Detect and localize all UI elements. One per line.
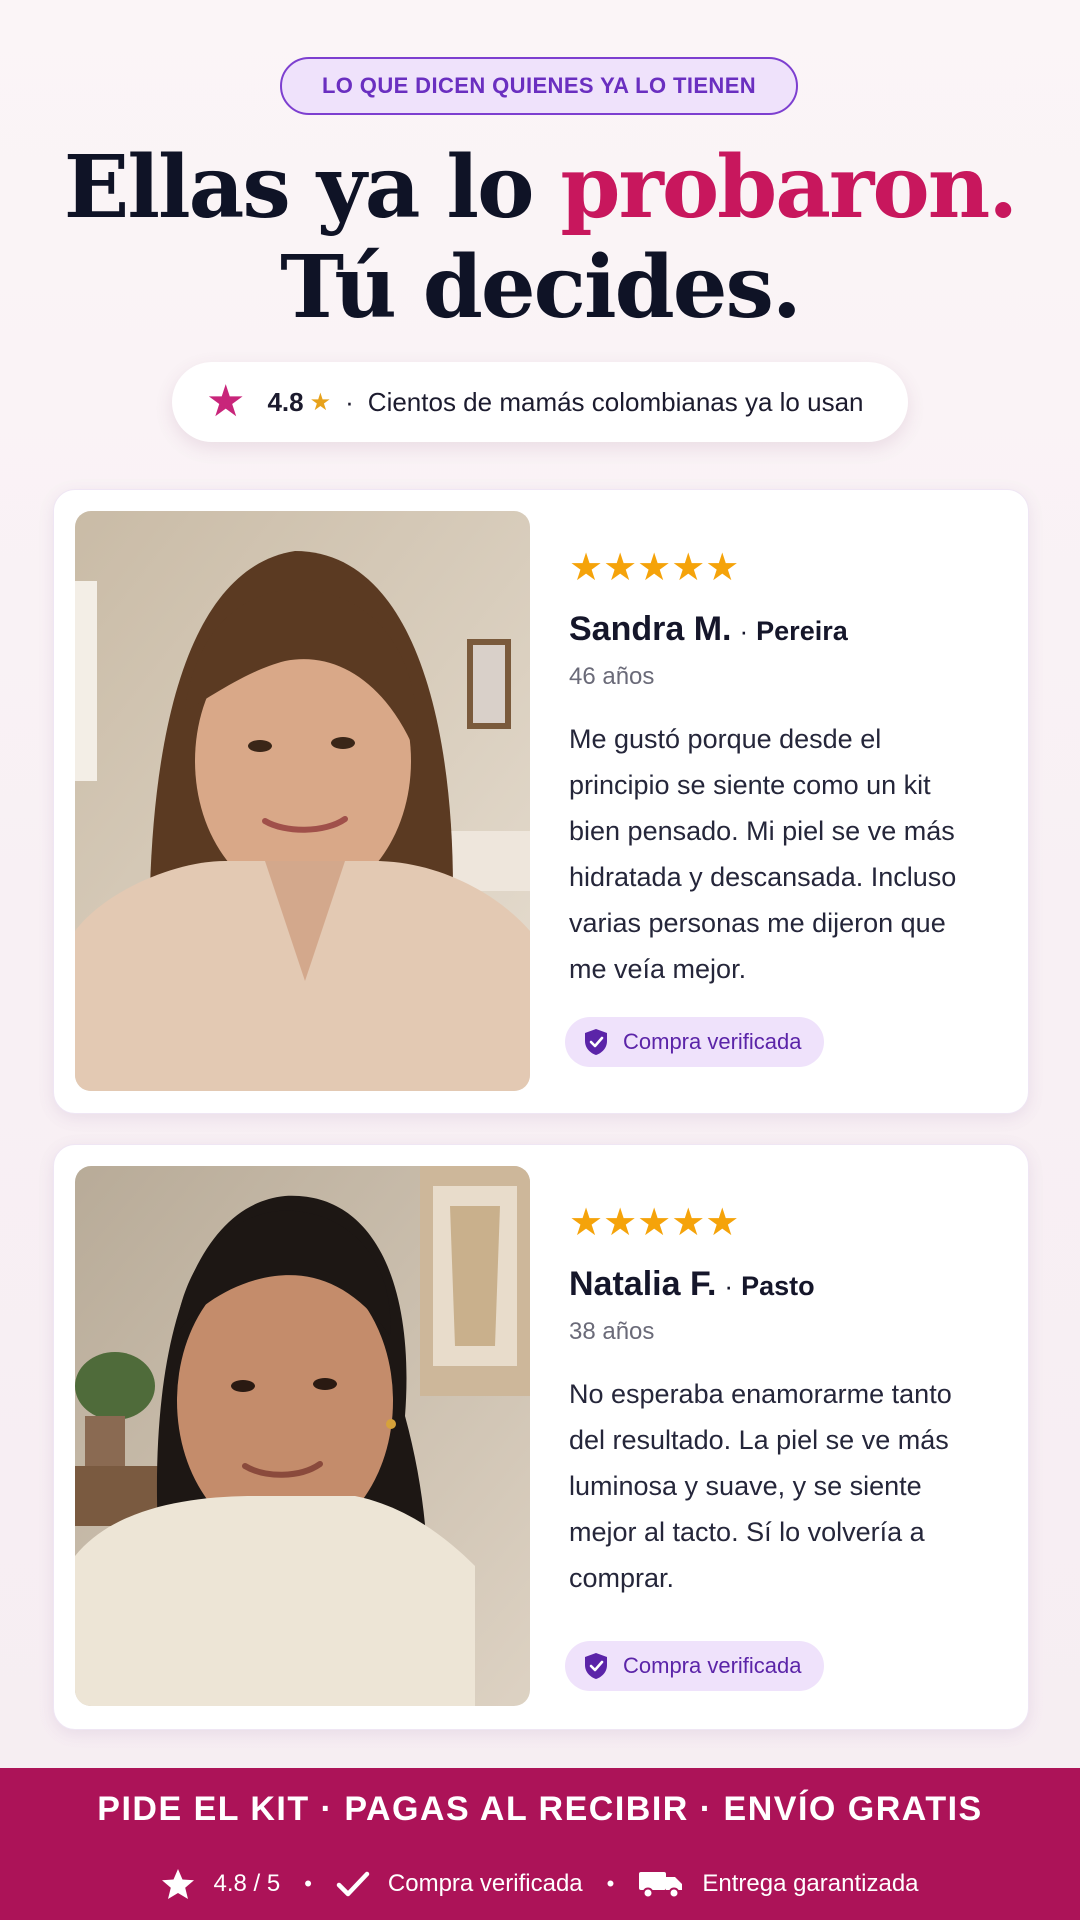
headline-line2: Tú decides.: [280, 237, 802, 338]
reviewer-photo: [75, 1166, 530, 1706]
headline-part1: Ellas ya lo: [63, 137, 561, 238]
separator-dot: •: [606, 1871, 615, 1896]
star-icon: ★: [206, 377, 246, 426]
footer-verified: Compra verificada: [387, 1870, 583, 1897]
verified-purchase-badge: Compra verificada: [336, 1869, 583, 1899]
shield-check-icon: [585, 1029, 607, 1055]
page-title: Ellas ya lo probaron. Tú decides.: [0, 138, 1080, 338]
verified-label: Compra verificada: [623, 1029, 802, 1054]
rating-summary: ★ 4.8 ★ · Cientos de mamás colombianas y…: [172, 362, 908, 442]
footer-delivery: Entrega garantizada: [702, 1870, 919, 1897]
reviewer-name: Natalia F.: [569, 1265, 717, 1303]
rating-stars: ★★★★★: [569, 1200, 740, 1244]
small-star-icon: ★: [309, 388, 332, 416]
verified-badge: Compra verificada: [565, 1641, 824, 1691]
reviewer-name: Sandra M.: [569, 610, 732, 648]
truck-icon: [639, 1872, 683, 1899]
verified-label: Compra verificada: [623, 1653, 802, 1678]
review-card: ★★★★★ Natalia F. · Pasto 38 años No espera…: [53, 1144, 1029, 1730]
footer-cta-bar[interactable]: PIDE EL KIT · PAGAS AL RECIBIR · ENVÍO G…: [0, 1768, 1080, 1920]
cta-text[interactable]: PIDE EL KIT · PAGAS AL RECIBIR · ENVÍO G…: [0, 1790, 1080, 1829]
footer-rating: 4.8 / 5: [213, 1870, 281, 1897]
eyebrow-badge: LO QUE DICEN QUIENES YA LO TIENEN: [280, 57, 798, 115]
verified-badge: Compra verificada: [565, 1017, 824, 1067]
delivery-badge: Entrega garantizada: [638, 1869, 919, 1899]
separator-dot: ·: [345, 386, 354, 417]
star-icon: [162, 1869, 195, 1899]
rating-score: 4.8: [267, 386, 304, 417]
rating-text: Cientos de mamás colombianas ya lo usan: [367, 386, 864, 417]
headline-accent: probaron.: [560, 137, 1018, 238]
review-text: No esperaba enamorarme tanto del resulta…: [569, 1379, 952, 1593]
trust-badges: 4.8 / 5 • Compra verificada • Entrega ga…: [0, 1868, 1080, 1900]
reviewer-age: 46 años: [569, 663, 655, 690]
reviewer-name-line: Natalia F. · Pasto: [569, 1265, 815, 1304]
checkmark-icon: [336, 1871, 370, 1897]
review-card: ★★★★★ Sandra M. · Pereira 46 años Me gustó…: [53, 489, 1029, 1114]
rating-stars: ★★★★★: [569, 545, 740, 589]
rating-badge: 4.8 / 5: [161, 1868, 280, 1900]
review-text: Me gustó porque desde el principio se si…: [569, 724, 957, 984]
separator-dot: ·: [724, 1271, 734, 1301]
shield-check-icon: [585, 1653, 607, 1679]
reviewer-age: 38 años: [569, 1318, 655, 1345]
reviewer-city: Pereira: [756, 616, 848, 646]
reviewer-photo: [75, 511, 530, 1091]
reviewer-city: Pasto: [741, 1271, 815, 1301]
reviewer-name-line: Sandra M. · Pereira: [569, 610, 848, 649]
separator-dot: •: [304, 1871, 312, 1896]
separator-dot: ·: [739, 616, 749, 646]
